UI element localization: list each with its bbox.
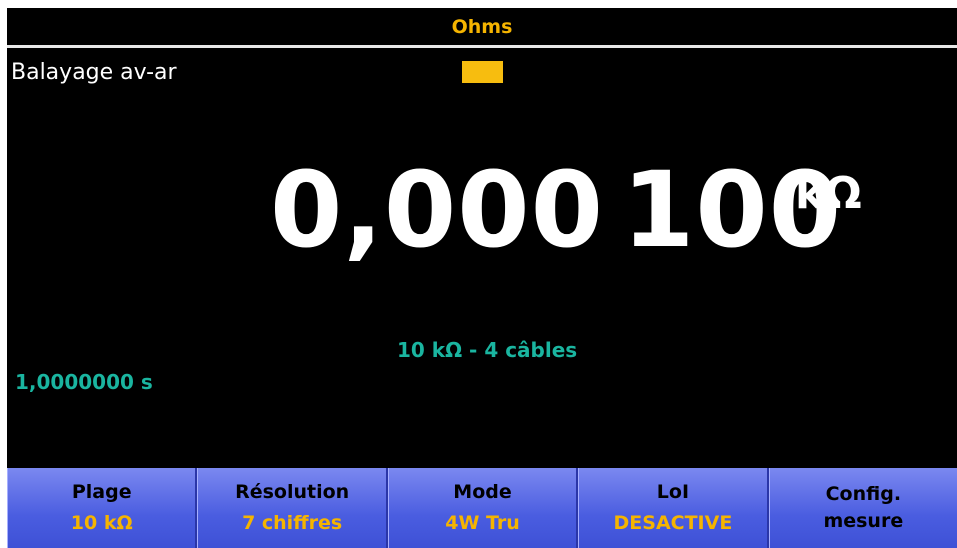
function-title: Ohms xyxy=(451,15,513,38)
softkey-resolution-value: 7 chiffres xyxy=(242,512,343,534)
sweep-label: Balayage av-ar xyxy=(11,60,177,85)
softkey-resolution[interactable]: Résolution 7 chiffres xyxy=(197,468,388,548)
softkey-loi-label: LoI xyxy=(656,481,690,503)
range-info: 10 kΩ - 4 câbles xyxy=(397,338,578,362)
softkey-range-label: Plage xyxy=(71,481,132,503)
measurement-reading: 0,000 100 xyxy=(270,158,842,262)
softkey-bar: Plage 10 kΩ Résolution 7 chiffres Mode 4… xyxy=(7,468,957,548)
softkey-loi-value: DESACTIVE xyxy=(613,512,733,534)
aperture-time: 1,0000000 s xyxy=(15,370,153,394)
softkey-range[interactable]: Plage 10 kΩ xyxy=(7,468,198,548)
title-divider xyxy=(7,45,957,48)
softkey-loi[interactable]: LoI DESACTIVE xyxy=(578,468,769,548)
softkey-mode-value: 4W Tru xyxy=(445,512,520,534)
softkey-config-label-line2: mesure xyxy=(823,510,904,532)
instrument-screen: Ohms Balayage av-ar 0,000 100 kΩ 10 kΩ - … xyxy=(7,8,957,548)
reading-unit: kΩ xyxy=(795,168,862,219)
reading-main-digits: 0,000 xyxy=(270,149,604,271)
softkey-range-value: 10 kΩ xyxy=(70,512,133,534)
softkey-resolution-label: Résolution xyxy=(235,481,350,503)
softkey-config-label: Config. xyxy=(825,483,902,505)
softkey-mode[interactable]: Mode 4W Tru xyxy=(387,468,579,548)
softkey-mode-label: Mode xyxy=(453,481,512,503)
softkey-config-measure[interactable]: Config. mesure xyxy=(768,468,957,548)
trigger-indicator xyxy=(462,61,503,83)
